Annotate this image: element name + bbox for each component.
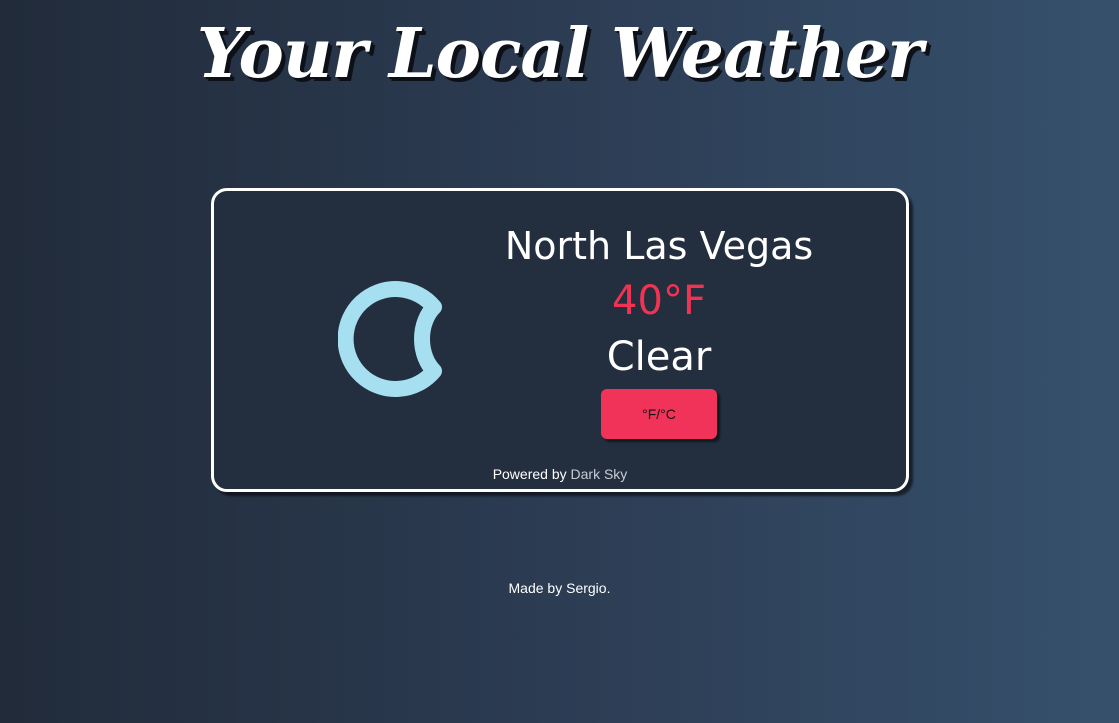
temperature-value: 40°F [612, 278, 706, 324]
powered-by-label: Powered by [492, 466, 567, 482]
weather-card: North Las Vegas 40°F Clear °F/°C Powered… [211, 188, 909, 492]
weather-info: North Las Vegas 40°F Clear °F/°C [504, 219, 814, 439]
footer-credit: Made by Sergio. [508, 580, 611, 596]
dark-sky-link[interactable]: Dark Sky [571, 466, 628, 482]
moon-icon [338, 281, 442, 397]
unit-toggle-button[interactable]: °F/°C [601, 389, 717, 439]
attribution: Powered by Dark Sky [214, 466, 906, 482]
weather-condition: Clear [606, 334, 712, 380]
location-name: North Las Vegas [504, 224, 814, 268]
page-title: Your Local Weather [196, 14, 923, 94]
